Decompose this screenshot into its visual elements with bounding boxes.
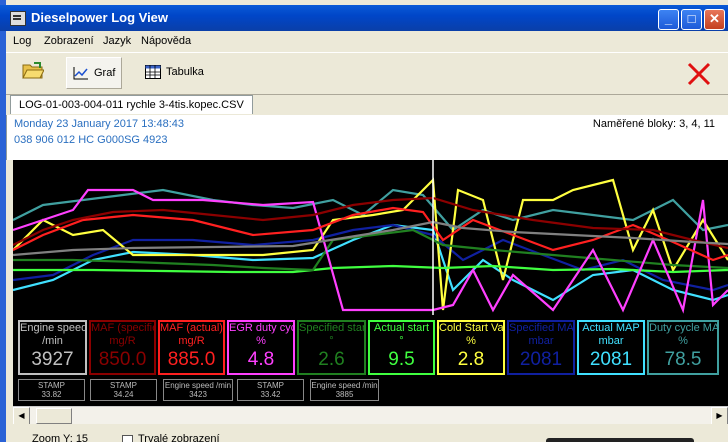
stamp-value: 33.82 — [41, 390, 62, 399]
app-window: Dieselpower Log View _ □ ✕ Log Zobrazení… — [0, 0, 728, 442]
app-icon — [10, 11, 26, 26]
log-info-panel: Monday 23 January 2017 13:48:43 038 906 … — [6, 115, 728, 160]
stamp-value: 3423 — [189, 390, 207, 399]
channel-name: Specified MAP — [509, 322, 575, 334]
stamp-value: 3885 — [335, 390, 354, 399]
log-date: Monday 23 January 2017 13:48:43 — [14, 118, 185, 130]
persistent-display-checkbox[interactable] — [122, 435, 133, 442]
channel-name: MAF (specified) — [91, 322, 154, 334]
stamp-label: STAMP — [38, 381, 65, 390]
channel-box-3[interactable]: MAF (actual) mg/R 885.0 — [158, 320, 225, 375]
channel-box-10[interactable]: Duty cycle MAP valve% 78.5 — [647, 320, 719, 375]
scroll-thumb[interactable] — [36, 408, 72, 424]
channel-unit: mg/R — [109, 335, 136, 347]
maximize-button[interactable]: □ — [681, 9, 702, 30]
channel-name: Actual MAP — [582, 322, 640, 334]
stamp-label: Engine speed /min — [164, 381, 232, 390]
trace-7 — [13, 177, 728, 311]
channel-name: MAF (actual) — [160, 322, 223, 334]
window-title: Dieselpower Log View — [31, 10, 169, 25]
channel-box-4[interactable]: EGR duty cycle% 4.8 — [227, 320, 295, 375]
channel-value: 78.5 — [664, 349, 702, 370]
stamp-value: 33.42 — [260, 390, 281, 399]
channel-box-2[interactable]: MAF (specified)mg/R 850.0 — [89, 320, 156, 375]
channel-unit: /min — [42, 335, 63, 347]
tab-row: LOG-01-003-004-011 rychle 3-4tis.kopec.C… — [6, 93, 728, 115]
minimize-button[interactable]: _ — [658, 9, 679, 30]
menu-language[interactable]: Jazyk — [103, 35, 131, 47]
channel-unit: mg/R — [178, 335, 205, 347]
ecu-identification: 038 906 012 HC G000SG 4923 — [14, 134, 168, 146]
table-icon — [145, 65, 161, 79]
channel-value: 9.5 — [388, 349, 415, 370]
channel-unit: ° — [329, 335, 334, 347]
channel-name: Engine speed — [20, 322, 87, 334]
channel-value: 850.0 — [98, 349, 147, 370]
persistent-display-label: Trvalé zobrazení — [138, 433, 220, 442]
stamp-label: Engine speed /min — [311, 381, 378, 390]
menu-help[interactable]: Nápověda — [141, 35, 191, 47]
channel-box-8[interactable]: Specified MAP mbar 2081 — [507, 320, 575, 375]
channel-name: Duty cycle MAP valve — [649, 322, 719, 334]
table-tab-button[interactable]: Tabulka — [139, 57, 210, 87]
trace-5 — [13, 228, 728, 272]
channel-name: Cold Start Valve — [439, 322, 504, 334]
toolbar: Graf Tabulka — [6, 52, 728, 95]
close-log-icon[interactable] — [686, 61, 712, 87]
graph-icon — [73, 67, 88, 80]
stamp-label: STAMP — [257, 381, 284, 390]
channel-box-5[interactable]: Specified start ° 2.6 — [297, 320, 366, 375]
channel-unit: ° — [399, 335, 404, 347]
channel-value: 3927 — [31, 349, 74, 370]
stamp-box-5: Engine speed /min 3885 — [310, 379, 379, 401]
taskbar-fragment — [546, 438, 694, 442]
tab-log-file[interactable]: LOG-01-003-004-011 rychle 3-4tis.kopec.C… — [10, 95, 253, 114]
channel-unit: % — [466, 335, 476, 347]
stamp-box-2: STAMP 34.24 — [90, 379, 157, 401]
table-label: Tabulka — [166, 66, 204, 78]
channel-value: 885.0 — [167, 349, 216, 370]
folder-open-icon[interactable] — [22, 62, 44, 80]
channel-box-7[interactable]: Cold Start Valve% 2.8 — [437, 320, 505, 375]
scroll-right-button[interactable]: ▶ — [711, 407, 728, 425]
channel-unit: % — [256, 335, 266, 347]
channel-value: 2081 — [519, 349, 563, 370]
stamp-box-1: STAMP 33.82 — [18, 379, 85, 401]
title-bar[interactable]: Dieselpower Log View _ □ ✕ — [0, 5, 728, 31]
channel-value: 2.6 — [318, 349, 345, 370]
channel-box-9[interactable]: Actual MAP mbar 2081 — [577, 320, 645, 375]
stamp-box-4: STAMP 33.42 — [237, 379, 304, 401]
menu-bar: Log Zobrazení Jazyk Nápověda — [6, 31, 728, 52]
measured-blocks: Naměřené bloky: 3, 4, 11 — [592, 118, 715, 130]
channel-name: Specified start — [299, 322, 366, 334]
stamp-box-3: Engine speed /min 3423 — [163, 379, 233, 401]
channel-value: 4.8 — [247, 349, 275, 370]
channel-box-6[interactable]: Actual start ° 9.5 — [368, 320, 435, 375]
channel-box-1[interactable]: Engine speed/min 3927 — [18, 320, 87, 375]
horizontal-scrollbar[interactable]: ◀ ▶ — [13, 406, 728, 425]
graph-label: Graf — [94, 67, 116, 79]
stamp-label: STAMP — [110, 381, 137, 390]
graph-area[interactable]: Engine speed/min3927MAF (specified)mg/R8… — [13, 160, 728, 408]
channel-name: EGR duty cycle — [229, 322, 293, 334]
menu-log[interactable]: Log — [13, 35, 31, 47]
scroll-left-button[interactable]: ◀ — [13, 407, 30, 425]
stamp-value: 34.24 — [113, 390, 134, 399]
channel-value: 2.8 — [457, 349, 485, 370]
channel-unit: mbar — [528, 335, 554, 347]
graph-tab-button[interactable]: Graf — [66, 57, 123, 89]
channel-unit: % — [678, 335, 688, 347]
status-bar: Zoom Y: 15 Trvalé zobrazení — [6, 424, 728, 442]
channel-unit: mbar — [598, 335, 624, 347]
channel-name: Actual start — [373, 322, 430, 334]
close-window-button[interactable]: ✕ — [704, 9, 725, 30]
menu-view[interactable]: Zobrazení — [44, 35, 94, 47]
channel-value: 2081 — [589, 349, 633, 370]
zoom-label: Zoom Y: 15 — [32, 433, 89, 442]
